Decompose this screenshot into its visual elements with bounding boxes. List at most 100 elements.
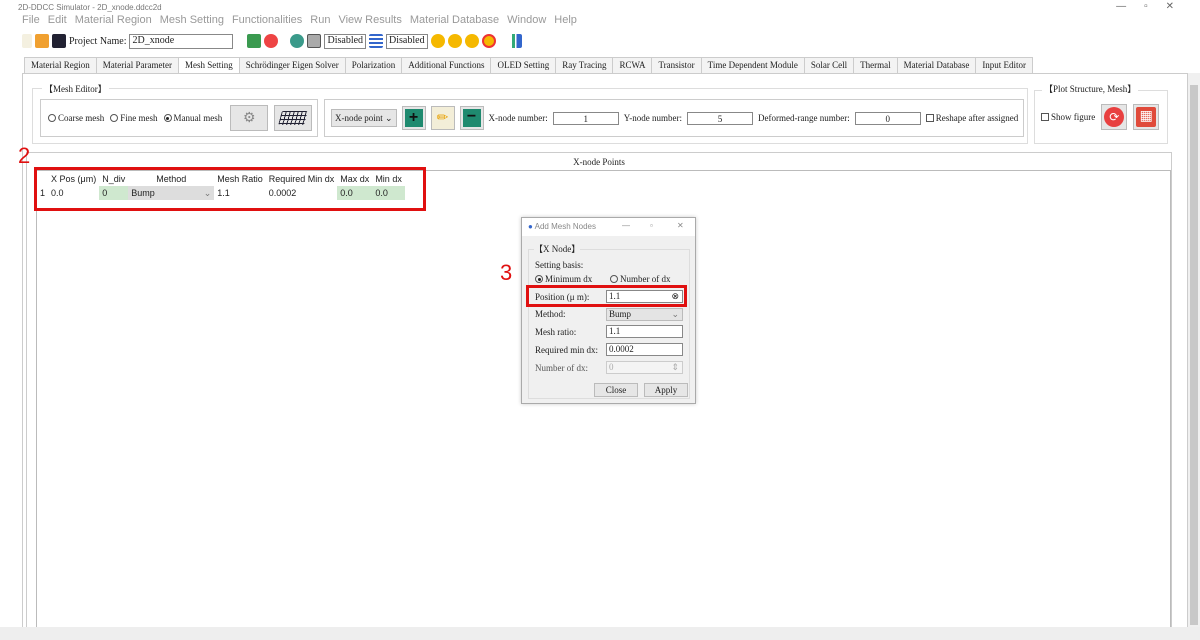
new-file-icon[interactable] <box>22 34 32 48</box>
tab-transistor[interactable]: Transistor <box>651 57 702 73</box>
required-min-dx-input[interactable]: 0.0002 <box>606 343 683 356</box>
number-of-dx-radio[interactable]: Number of dx <box>610 274 671 284</box>
chart-icon[interactable] <box>507 34 522 48</box>
settings-icon[interactable] <box>290 34 305 48</box>
minimum-dx-radio[interactable]: Minimum dx <box>535 274 592 284</box>
deformed-range-field[interactable]: 0 <box>854 111 921 125</box>
tab-polarization[interactable]: Polarization <box>344 57 403 73</box>
tab-input-editor[interactable]: Input Editor <box>975 57 1034 73</box>
reshape-checkbox[interactable]: Reshape after assigned <box>925 113 1019 123</box>
menu-material-region[interactable]: Material Region <box>75 14 152 26</box>
minimize-button[interactable]: — <box>622 221 630 230</box>
show-mesh-button[interactable] <box>274 105 313 131</box>
menu-functionalities[interactable]: Functionalities <box>232 14 302 26</box>
run-fast-icon[interactable] <box>447 34 462 48</box>
chevron-down-icon: ⌄ <box>671 309 679 319</box>
project-name-input[interactable]: 2D_xnode <box>129 33 234 49</box>
apply-button[interactable]: Apply <box>644 383 688 397</box>
method-select[interactable]: Bump ⌄ <box>606 308 683 321</box>
annotation-box-2 <box>34 167 426 211</box>
tab-mesh-setting[interactable]: Mesh Setting <box>177 57 240 74</box>
node-type-select[interactable]: X-node point ⌄ <box>331 109 397 127</box>
disabled-field-1: Disabled <box>324 33 367 49</box>
menu-run[interactable]: Run <box>310 14 330 26</box>
tab-additional-functions[interactable]: Additional Functions <box>401 57 492 73</box>
radio-icon <box>48 114 56 122</box>
y-node-number-field[interactable]: 5 <box>687 111 754 125</box>
number-of-dx-value: 0 <box>609 362 614 372</box>
refresh-icon: ⟳ <box>1104 107 1125 127</box>
close-window-button[interactable]: ✕ <box>677 221 684 230</box>
window-controls[interactable]: —▫✕ <box>1116 1 1192 12</box>
menu-view-results[interactable]: View Results <box>338 14 401 26</box>
x-node-number-label: X-node number: <box>488 113 548 123</box>
coarse-mesh-radio[interactable]: Coarse mesh <box>48 113 104 123</box>
manual-mesh-label: Manual mesh <box>173 113 223 123</box>
fine-mesh-label: Fine mesh <box>120 113 158 123</box>
tab-oled-setting[interactable]: OLED Setting <box>490 57 557 73</box>
y-node-number-label: Y-node number: <box>623 113 683 123</box>
open-folder-icon[interactable] <box>35 34 49 48</box>
method-label: Method: <box>535 309 566 319</box>
manual-mesh-radio[interactable]: Manual mesh <box>163 113 223 123</box>
tab-material-database[interactable]: Material Database <box>896 57 977 73</box>
add-node-button[interactable]: + <box>401 106 426 130</box>
mesh-ratio-input[interactable]: 1.1 <box>606 325 683 338</box>
tab-ray-tracing[interactable]: Ray Tracing <box>555 57 614 73</box>
apply-label: Apply <box>654 385 678 395</box>
menu-edit[interactable]: Edit <box>48 14 67 26</box>
run-icon[interactable] <box>430 34 445 48</box>
number-of-dx-field-label: Number of dx: <box>535 363 588 373</box>
tab-schrodinger[interactable]: Schrödinger Eigen Solver <box>238 57 346 73</box>
stop-icon[interactable] <box>481 34 496 48</box>
tab-thermal[interactable]: Thermal <box>853 57 898 73</box>
refresh-structure-icon[interactable] <box>247 34 262 48</box>
grid-icon[interactable] <box>307 34 322 48</box>
menu-help[interactable]: Help <box>554 14 577 26</box>
dialog-title-bar: ● Add Mesh Nodes — ▫ ✕ <box>522 218 695 236</box>
scrollbar-thumb[interactable] <box>1190 85 1198 625</box>
pencil-icon: ✏ <box>436 110 449 126</box>
add-mesh-nodes-dialog: ● Add Mesh Nodes — ▫ ✕ 【X Node】 Setting … <box>521 217 696 404</box>
minus-icon: − <box>462 109 481 127</box>
tab-solar-cell[interactable]: Solar Cell <box>803 57 855 73</box>
run-save-icon[interactable] <box>464 34 479 48</box>
menu-window[interactable]: Window <box>507 14 546 26</box>
reload-icon[interactable] <box>264 34 279 48</box>
menu-mesh-setting[interactable]: Mesh Setting <box>160 14 224 26</box>
project-name-label: Project Name: <box>69 35 127 47</box>
tab-rcwa[interactable]: RCWA <box>612 57 653 73</box>
remove-node-button[interactable]: − <box>459 106 484 130</box>
mesh-editor-title: 【Mesh Editor】 <box>42 82 109 95</box>
plus-icon: + <box>404 109 423 127</box>
radio-checked-icon <box>535 275 543 283</box>
disabled-field-2: Disabled <box>386 33 428 49</box>
gear-icon: ⚙ <box>242 110 256 126</box>
reshape-label: Reshape after assigned <box>935 113 1019 123</box>
tab-material-parameter[interactable]: Material Parameter <box>95 57 179 73</box>
fine-mesh-radio[interactable]: Fine mesh <box>110 113 158 123</box>
refresh-plot-button[interactable]: ⟳ <box>1101 104 1128 130</box>
annotation-label-3: 3 <box>500 260 513 285</box>
menu-file[interactable]: File <box>22 14 40 26</box>
setting-basis-label: Setting basis: <box>535 260 584 270</box>
x-node-number-field[interactable]: 1 <box>552 111 619 125</box>
tab-material-region[interactable]: Material Region <box>24 57 97 73</box>
maximize-button[interactable]: ▫ <box>650 221 653 230</box>
show-figure-checkbox[interactable]: Show figure <box>1041 112 1095 122</box>
show-figure-label: Show figure <box>1051 112 1096 122</box>
layout-plot-button[interactable]: ▦ <box>1133 104 1160 130</box>
tab-time-dependent[interactable]: Time Dependent Module <box>700 57 805 73</box>
plot-structure-group: Show figure ⟳ ▦ <box>1034 90 1168 144</box>
menu-material-database[interactable]: Material Database <box>410 14 499 26</box>
list-icon[interactable] <box>369 34 384 48</box>
required-min-dx-label: Required min dx: <box>535 345 598 355</box>
close-label: Close <box>605 385 627 395</box>
vertical-scrollbar[interactable] <box>1188 73 1200 633</box>
status-bar <box>0 627 1200 640</box>
close-button[interactable]: Close <box>594 383 638 397</box>
save-icon[interactable] <box>52 34 66 48</box>
title-bar: 2D-DDCC Simulator - 2D_xnode.ddcc2d <box>0 0 1200 14</box>
edit-node-button[interactable]: ✏ <box>430 106 455 130</box>
generate-mesh-button[interactable]: ⚙ <box>230 105 269 131</box>
